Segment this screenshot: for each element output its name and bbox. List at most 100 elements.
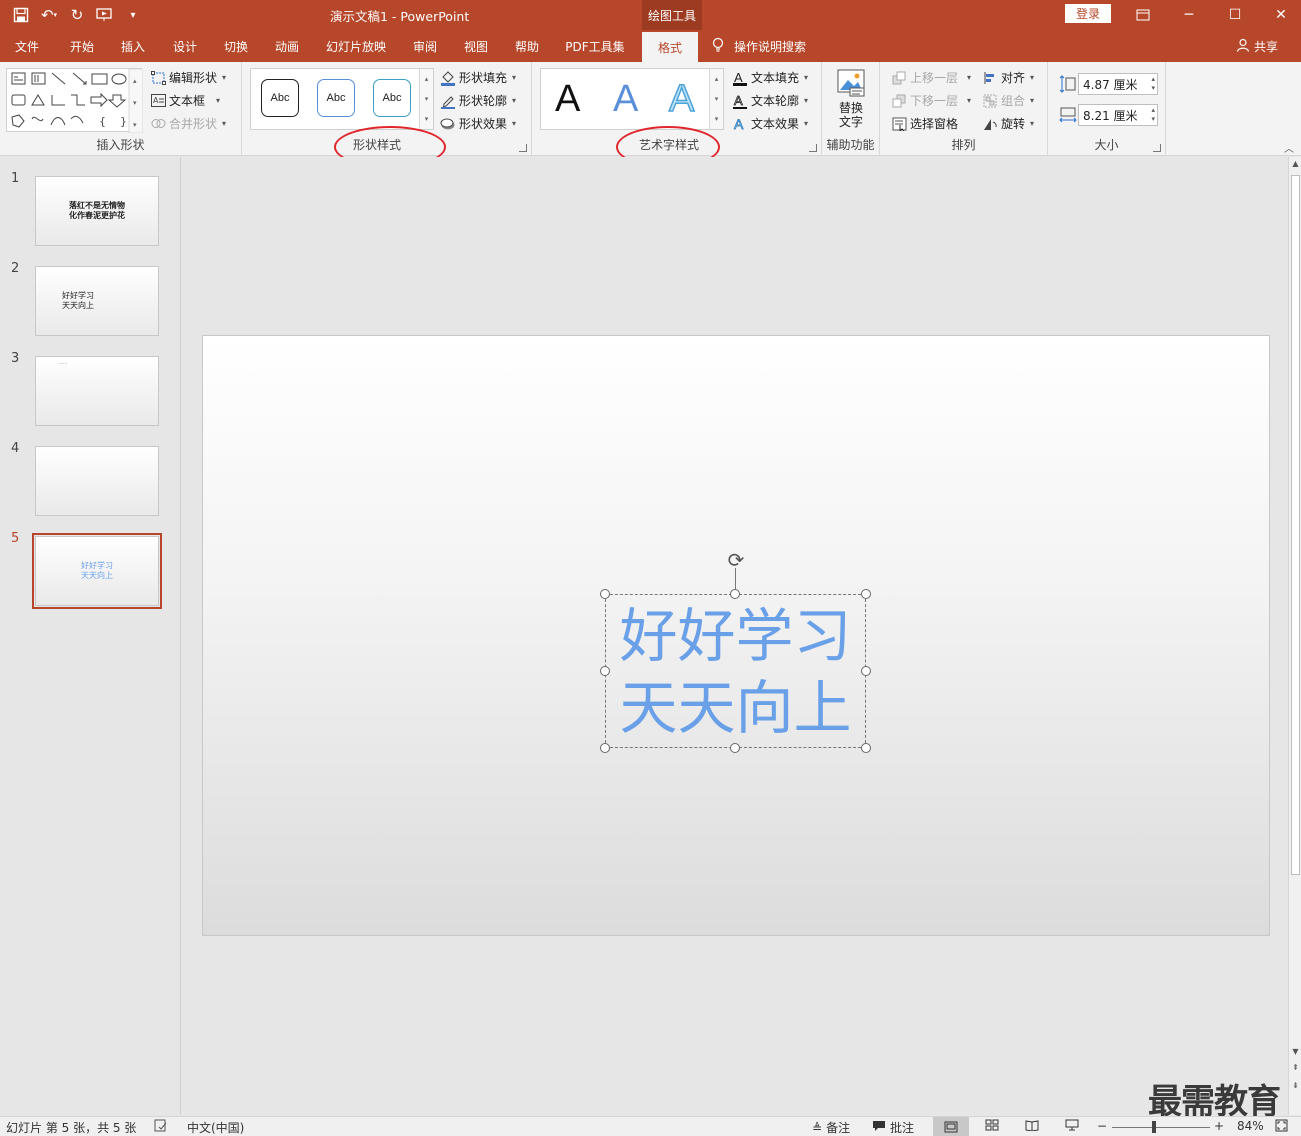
fit-to-window-icon[interactable] (1275, 1119, 1288, 1132)
shapes-gallery[interactable]: { } ▴ ▾ ▾ (6, 68, 143, 133)
zoom-slider-track[interactable] (1112, 1127, 1210, 1128)
selected-text-box[interactable]: 好好学习 天天向上 (605, 594, 866, 748)
rotate-handle-icon[interactable]: ⟳ (724, 548, 748, 572)
resize-handle-top[interactable] (730, 589, 740, 599)
slide-text-line-1[interactable]: 好好学习 (606, 603, 865, 669)
size-dialog-launcher[interactable] (1153, 144, 1161, 152)
slide-sorter-view-button[interactable] (985, 1119, 999, 1131)
resize-handle-bottom-left[interactable] (600, 743, 610, 753)
rotate-button[interactable]: 旋转 ▾ (982, 115, 1034, 132)
share-button[interactable]: 共享 (1236, 30, 1278, 62)
text-fill-button[interactable]: A 文本填充 ▾ (732, 69, 808, 86)
maximize-icon[interactable]: ☐ (1212, 0, 1258, 30)
send-backward-button[interactable]: 下移一层 ▾ (891, 92, 971, 109)
shape-style-preset-black[interactable]: Abc (261, 79, 299, 117)
scroll-up-icon[interactable]: ▲ (1289, 159, 1301, 168)
wordart-preset-black[interactable]: A (555, 77, 580, 121)
align-button[interactable]: 对齐 ▾ (982, 69, 1034, 86)
resize-handle-right[interactable] (861, 666, 871, 676)
edit-shape-button[interactable]: 编辑形状 ▾ (150, 69, 226, 86)
text-box-button[interactable]: A 文本框 ▾ (150, 92, 220, 109)
shape-width-input[interactable]: 8.21 厘米 ▴ ▾ (1078, 104, 1158, 126)
slide-thumbnail-3[interactable]: ...... (35, 356, 159, 426)
collapse-ribbon-icon[interactable]: ︿ (1284, 140, 1294, 155)
shape-outline-button[interactable]: 形状轮廓 ▾ (440, 92, 516, 109)
reading-view-button[interactable] (1025, 1119, 1039, 1131)
resize-handle-left[interactable] (600, 666, 610, 676)
tab-transitions[interactable]: 切换 (213, 30, 259, 62)
tab-format[interactable]: 格式 (642, 32, 698, 62)
resize-handle-bottom-right[interactable] (861, 743, 871, 753)
customize-qat-icon[interactable]: ▾ (122, 4, 144, 26)
undo-icon[interactable]: ↶ ▾ (38, 4, 60, 26)
save-icon[interactable] (10, 4, 32, 26)
slideshow-view-button[interactable] (1065, 1119, 1079, 1131)
shape-style-preset-teal[interactable]: Abc (373, 79, 411, 117)
resize-handle-top-left[interactable] (600, 589, 610, 599)
scroll-down-icon[interactable]: ▼ (1289, 1047, 1301, 1056)
tab-home[interactable]: 开始 (58, 30, 106, 62)
slide-thumbnail-4[interactable] (35, 446, 159, 516)
next-slide-icon[interactable]: ⇟ (1289, 1081, 1301, 1090)
wordart-preset-outline[interactable]: A (668, 77, 695, 121)
previous-slide-icon[interactable]: ⇞ (1289, 1063, 1301, 1072)
zoom-in-button[interactable]: + (1214, 1119, 1224, 1133)
edit-shape-label: 编辑形状 (169, 71, 218, 85)
shape-width-spinner[interactable]: ▴ ▾ (1151, 106, 1155, 124)
shape-styles-gallery-scroll[interactable]: ▴ ▾ ▾ (419, 69, 433, 129)
group-button[interactable]: 组合 ▾ (982, 92, 1034, 109)
shape-height-spinner[interactable]: ▴ ▾ (1151, 75, 1155, 93)
slide-thumbnail-5[interactable]: 好好学习 天天向上 (32, 533, 162, 609)
slideshow-from-start-icon[interactable] (94, 4, 116, 26)
tab-view[interactable]: 视图 (453, 30, 499, 62)
minimize-icon[interactable]: ─ (1166, 0, 1212, 30)
shape-style-preset-blue[interactable]: Abc (317, 79, 355, 117)
ribbon-display-options-icon[interactable] (1120, 0, 1166, 30)
shape-fill-button[interactable]: 形状填充 ▾ (440, 69, 516, 86)
resize-handle-bottom[interactable] (730, 743, 740, 753)
bring-forward-button[interactable]: 上移一层 ▾ (891, 69, 971, 86)
tab-slideshow[interactable]: 幻灯片放映 (318, 30, 394, 62)
selection-pane-button[interactable]: 选择窗格 (891, 115, 958, 132)
close-icon[interactable]: ✕ (1258, 0, 1301, 30)
tab-animations[interactable]: 动画 (264, 30, 310, 62)
tab-pdf-tools[interactable]: PDF工具集 (556, 30, 634, 62)
wordart-styles-gallery[interactable]: A A A ▴ ▾ ▾ (540, 68, 724, 130)
zoom-level[interactable]: 84% (1237, 1119, 1264, 1133)
wordart-preset-blue[interactable]: A (613, 77, 638, 121)
shape-outline-label: 形状轮廓 (459, 94, 508, 108)
scrollbar-thumb[interactable] (1291, 175, 1300, 875)
normal-view-button[interactable] (933, 1117, 969, 1136)
slide-thumbnail-1[interactable]: 落红不是无情物 化作春泥更护花 (35, 176, 159, 246)
slide-thumbnail-2[interactable]: 好好学习 天天向上 (35, 266, 159, 336)
tab-design[interactable]: 设计 (162, 30, 208, 62)
merge-shapes-button[interactable]: 合并形状 ▾ (150, 115, 226, 132)
text-effects-button[interactable]: A 文本效果 ▾ (732, 115, 808, 132)
zoom-out-button[interactable]: − (1097, 1119, 1107, 1133)
vertical-scrollbar[interactable]: ▲ ▼ ⇞ ⇟ (1288, 157, 1301, 1115)
wordart-gallery-scroll[interactable]: ▴ ▾ ▾ (709, 69, 723, 129)
chevron-down-icon: ▾ (804, 73, 809, 82)
shape-styles-dialog-launcher[interactable] (519, 144, 527, 152)
language-status[interactable]: 中文(中国) (187, 1119, 244, 1136)
slide-text-line-2[interactable]: 天天向上 (606, 675, 865, 741)
shape-effects-button[interactable]: 形状效果 ▾ (440, 115, 516, 132)
wordart-styles-dialog-launcher[interactable] (809, 144, 817, 152)
zoom-slider-knob[interactable] (1152, 1121, 1156, 1133)
redo-icon[interactable]: ↻ (66, 4, 88, 26)
shape-styles-gallery[interactable]: Abc Abc Abc ▴ ▾ ▾ (250, 68, 434, 130)
group-insert-shapes: { } ▴ ▾ ▾ 编辑形状 ▾ A 文本框 ▾ 合并形状 ▾ 插入形状 (0, 62, 242, 156)
resize-handle-top-right[interactable] (861, 589, 871, 599)
login-button[interactable]: 登录 (1065, 4, 1111, 23)
tab-review[interactable]: 审阅 (402, 30, 448, 62)
tab-help[interactable]: 帮助 (504, 30, 550, 62)
text-outline-button[interactable]: A 文本轮廓 ▾ (732, 92, 808, 109)
tab-insert[interactable]: 插入 (110, 30, 156, 62)
comments-button[interactable]: 批注 (872, 1119, 914, 1136)
shape-height-input[interactable]: 4.87 厘米 ▴ ▾ (1078, 73, 1158, 95)
tell-me-search[interactable]: 操作说明搜索 (712, 30, 806, 62)
spell-check-icon[interactable] (154, 1119, 168, 1132)
alt-text-button[interactable]: 替换 文字 (836, 68, 866, 129)
tab-file[interactable]: 文件 (4, 30, 50, 62)
notes-button[interactable]: ≜ 备注 (812, 1119, 850, 1136)
